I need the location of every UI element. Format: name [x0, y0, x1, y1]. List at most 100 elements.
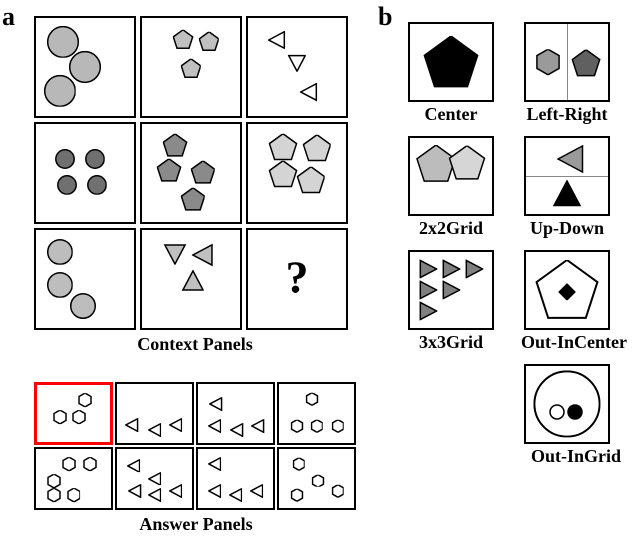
config-panel-grid3x3-triRight-2 — [464, 259, 483, 278]
context-panel-8 — [140, 228, 242, 330]
leftright-caption: Left-Right — [520, 104, 614, 125]
answer-panel-6-triLeft-3 — [148, 488, 162, 502]
context-panel-7 — [34, 228, 136, 330]
answer-panel-2-triLeft-1 — [148, 423, 162, 437]
answer-panel-4[interactable] — [277, 382, 356, 445]
answer-panel-6[interactable] — [115, 447, 194, 510]
context-panel-8-triDown-0 — [164, 242, 186, 264]
config-panel-grid3x3-triRight-3 — [418, 280, 437, 299]
context-panel-3-triDown-1 — [288, 54, 306, 72]
answer-panel-2-triLeft-0 — [125, 418, 139, 432]
context-panel-8-triUp-2 — [182, 270, 204, 292]
answer-panel-8-hexagon-2 — [291, 489, 304, 502]
answer-caption: Answer Panels — [126, 514, 266, 535]
config-panel-grid3x3-triRight-4 — [441, 280, 460, 299]
config-panel-upDown-triUp-1 — [553, 180, 582, 209]
answer-panel-5-hexagon-1 — [83, 457, 97, 471]
answer-panel-2-triLeft-2 — [169, 418, 183, 432]
answer-panel-8-hexagon-3 — [331, 485, 344, 498]
answer-panel-5-hexagon-0 — [62, 457, 76, 471]
config-panel-grid2x2 — [408, 136, 494, 216]
config-panel-grid3x3-triRight-0 — [418, 259, 437, 278]
context-panel-6-pentagon-1 — [302, 135, 331, 164]
config-panel-grid3x3-triRight-1 — [441, 259, 460, 278]
context-panel-6-pentagon-0 — [269, 133, 298, 162]
config-panel-grid3x3-triRight-5 — [418, 302, 437, 321]
context-panel-2 — [140, 16, 242, 118]
outingrid-caption: Out-InGrid — [518, 446, 634, 467]
context-panel-6-pentagon-2 — [269, 161, 298, 190]
context-panel-2-pentagon-1 — [198, 31, 218, 51]
outincenter-caption: Out-InCenter — [510, 332, 638, 353]
answer-panel-3-triLeft-3 — [251, 420, 265, 434]
answer-panel-8[interactable] — [277, 447, 356, 510]
answer-panel-4-hexagon-1 — [291, 420, 304, 433]
answer-panel-8-hexagon-0 — [292, 458, 305, 471]
config-panel-leftRight — [524, 22, 610, 102]
config-panel-grid2x2-pentagon-1 — [449, 145, 486, 182]
answer-panel-6-triLeft-4 — [169, 485, 183, 499]
grid2x2-caption: 2x2Grid — [408, 218, 494, 239]
answer-panel-5-hexagon-2 — [47, 474, 61, 488]
context-panel-8-triLeft-1 — [192, 244, 214, 266]
answer-panel-6-triLeft-0 — [127, 459, 141, 473]
config-panel-center-pentagon-0 — [423, 36, 479, 92]
figure-label-a: a — [2, 2, 15, 32]
answer-panel-4-hexagon-2 — [310, 420, 323, 433]
answer-panel-8-hexagon-1 — [312, 475, 325, 488]
context-panel-9: ? — [246, 228, 348, 330]
horizontal-divider — [526, 176, 608, 177]
answer-panel-5[interactable] — [34, 447, 113, 510]
context-panel-5-pentagon-1 — [157, 159, 181, 183]
answer-panel-7-triLeft-0 — [208, 457, 222, 471]
question-mark-icon: ? — [286, 250, 309, 303]
answer-panel-3[interactable] — [196, 382, 275, 445]
config-panel-outInCenter-diamond-1 — [558, 283, 576, 301]
context-panel-4-circle-2 — [57, 175, 77, 195]
config-panel-upDown — [524, 136, 610, 216]
center-caption: Center — [408, 104, 494, 125]
config-panel-outInGrid-circle-2 — [567, 404, 583, 420]
answer-panel-7-triLeft-1 — [208, 485, 222, 499]
context-panel-5-pentagon-2 — [191, 161, 215, 185]
answer-panel-7-triLeft-2 — [229, 488, 243, 502]
context-panel-5-pentagon-3 — [181, 188, 205, 212]
config-panel-upDown-triLeft-0 — [557, 145, 586, 174]
context-panel-6-pentagon-3 — [296, 167, 325, 196]
context-panel-4-circle-3 — [87, 175, 107, 195]
answer-panel-1-hexagon-2 — [72, 410, 86, 424]
context-panel-6 — [246, 122, 348, 224]
answer-panel-3-triLeft-2 — [230, 423, 244, 437]
context-panel-4-circle-0 — [55, 149, 75, 169]
answer-panel-6-triLeft-2 — [128, 485, 142, 499]
context-panel-5-pentagon-0 — [163, 133, 187, 157]
config-panel-grid3x3 — [408, 250, 494, 330]
context-panel-3-triLeft-2 — [300, 83, 318, 101]
context-panel-3 — [246, 16, 348, 118]
context-caption: Context Panels — [110, 334, 280, 355]
config-panel-center — [408, 22, 494, 102]
answer-panel-4-hexagon-0 — [306, 393, 319, 406]
context-panel-4 — [34, 122, 136, 224]
config-panel-leftRight-hexagon-0 — [535, 49, 561, 75]
context-panel-7-circle-2 — [70, 293, 97, 320]
answer-panel-5-hexagon-4 — [67, 488, 81, 502]
figure-label-b: b — [378, 2, 392, 32]
config-panel-outInGrid-circle-1 — [549, 404, 565, 420]
answer-panel-3-triLeft-1 — [208, 420, 222, 434]
answer-panel-5-hexagon-3 — [47, 488, 61, 502]
answer-panel-7[interactable] — [196, 447, 275, 510]
answer-panel-3-triLeft-0 — [209, 397, 223, 411]
grid3x3-caption: 3x3Grid — [408, 332, 494, 353]
context-panel-3-triLeft-0 — [268, 30, 286, 48]
answer-panel-1[interactable] — [34, 382, 113, 445]
config-panel-leftRight-pentagon-1 — [571, 49, 600, 78]
answer-panel-2[interactable] — [115, 382, 194, 445]
answer-panel-1-hexagon-0 — [78, 393, 92, 407]
context-panel-1 — [34, 16, 136, 118]
answer-panel-4-hexagon-3 — [331, 420, 344, 433]
config-panel-outInGrid — [524, 364, 610, 444]
context-panel-1-circle-2 — [43, 74, 76, 107]
context-panel-5 — [140, 122, 242, 224]
answer-panel-1-hexagon-1 — [53, 410, 67, 424]
